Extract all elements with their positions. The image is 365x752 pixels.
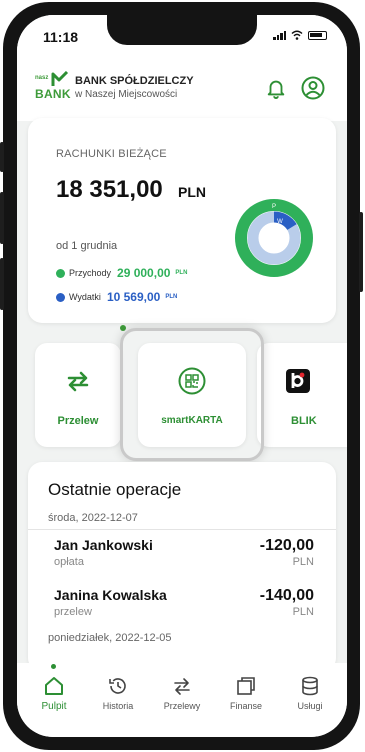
operation-desc: opłata	[54, 556, 84, 568]
blik-label: BLIK	[291, 415, 317, 427]
blik-button[interactable]: BLIK	[257, 343, 347, 447]
logo-small-text: nasz	[35, 75, 49, 81]
operations-title: Ostatnie operacje	[48, 480, 182, 499]
notch	[107, 15, 257, 45]
nav-label: Przelewy	[163, 701, 201, 711]
period-label: od 1 grudnia	[56, 240, 118, 252]
bottom-navigation: Pulpit Historia Przelewy Finanse Usługi	[17, 663, 347, 737]
operation-name: Jan Jankowski	[54, 537, 153, 553]
user-icon[interactable]	[301, 76, 325, 100]
expense-value: 10 569,00	[106, 290, 161, 304]
blik-icon	[285, 369, 310, 393]
expense-label: Wydatki	[69, 292, 101, 302]
active-indicator-dot	[51, 664, 56, 669]
income-value: 29 000,00	[117, 266, 171, 280]
operation-name: Janina Kowalska	[54, 587, 167, 603]
account-currency: PLN	[178, 184, 206, 200]
expense-ring-letter: W	[277, 219, 283, 225]
account-title: RACHUNKI BIEŻĄCE	[56, 148, 167, 160]
recent-operations-card: Ostatnie operacje środa, 2022-12-07 Jan …	[28, 462, 336, 672]
income-ring-letter: P	[272, 204, 276, 210]
history-icon	[109, 678, 126, 694]
income-currency: PLN	[175, 270, 188, 276]
bank-subtitle: w Naszej Miejscowości	[75, 89, 178, 100]
status-icons	[273, 30, 327, 40]
transfers-icon	[174, 678, 190, 695]
mute-switch	[0, 142, 4, 172]
transfer-label: Przelew	[57, 415, 99, 427]
divider	[28, 529, 336, 530]
nav-item-pulpit[interactable]: Pulpit	[24, 675, 84, 712]
smartkarta-highlight	[120, 328, 264, 461]
operations-date: poniedziałek, 2022-12-05	[48, 632, 172, 644]
finance-icon	[237, 677, 255, 695]
operation-currency: PLN	[292, 556, 314, 568]
nav-item-uslugi[interactable]: Usługi	[280, 675, 340, 711]
bank-name: BANK SPÓŁDZIELCZY	[75, 75, 194, 87]
balance-donut-chart: P W	[235, 199, 313, 277]
bank-logo: nasz BANK	[35, 71, 75, 107]
phone-frame: 11:18 nasz BANK BANK SPÓŁDZIELCZY w Nasz…	[0, 2, 363, 750]
account-balance: 18 351,00	[56, 176, 163, 203]
leaf-icon	[51, 71, 69, 86]
status-time: 11:18	[43, 29, 79, 45]
operations-date: środa, 2022-12-07	[48, 512, 138, 524]
volume-down-button	[0, 258, 4, 310]
status-bar: 11:18	[17, 15, 347, 61]
income-dot	[56, 268, 65, 278]
nav-item-przelewy[interactable]: Przelewy	[152, 675, 212, 711]
volume-up-button	[0, 192, 4, 244]
app-header: nasz BANK BANK SPÓŁDZIELCZY w Naszej Mie…	[17, 61, 347, 121]
nav-item-historia[interactable]: Historia	[88, 675, 148, 711]
income-row: Przychody 29 000,00 PLN	[56, 266, 187, 280]
expense-row: Wydatki 10 569,00 PLN	[56, 290, 177, 304]
screen: 11:18 nasz BANK BANK SPÓŁDZIELCZY w Nasz…	[17, 15, 347, 737]
transfer-button[interactable]: Przelew	[35, 343, 121, 447]
nav-item-finanse[interactable]: Finanse	[216, 675, 276, 711]
signal-icon	[273, 30, 286, 40]
home-icon	[45, 677, 63, 695]
nav-label: Historia	[102, 701, 134, 711]
operation-amount: -140,00	[259, 587, 314, 604]
nav-label: Pulpit	[41, 701, 67, 712]
pager-dot	[120, 325, 126, 331]
battery-icon	[308, 30, 327, 40]
expense-dot	[56, 292, 65, 302]
expense-currency: PLN	[165, 294, 178, 300]
operation-desc: przelew	[54, 606, 92, 618]
logo-main-text: BANK	[35, 87, 71, 101]
nav-label: Usługi	[297, 701, 323, 711]
operation-currency: PLN	[292, 606, 314, 618]
wifi-icon	[291, 30, 303, 40]
nav-label: Finanse	[229, 701, 263, 711]
account-card[interactable]: RACHUNKI BIEŻĄCE 18 351,00 PLN od 1 grud…	[28, 118, 336, 323]
transfer-arrows-icon	[67, 371, 89, 392]
services-icon	[302, 676, 318, 696]
income-label: Przychody	[69, 268, 112, 278]
power-button	[359, 212, 363, 292]
operation-amount: -120,00	[259, 537, 314, 554]
bell-icon[interactable]	[265, 77, 287, 99]
